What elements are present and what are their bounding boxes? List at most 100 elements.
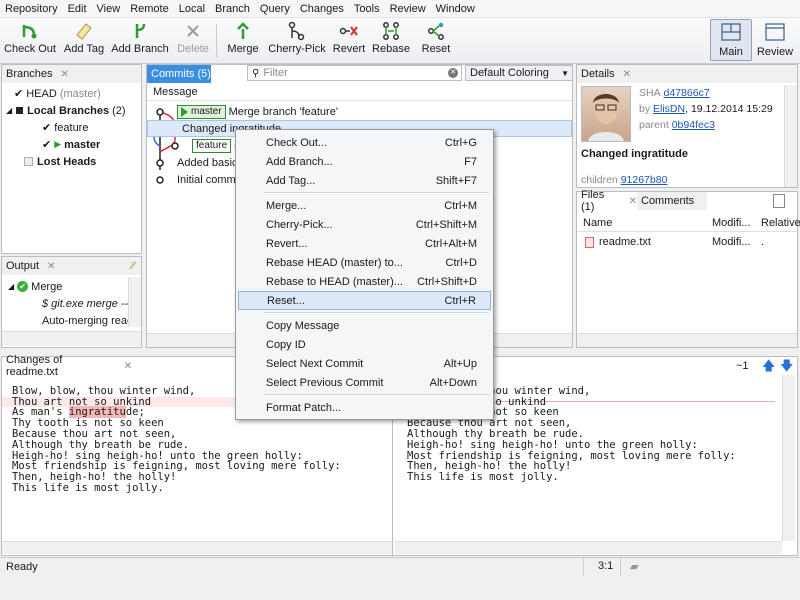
commit-row[interactable]: master Merge branch 'feature' <box>177 103 338 120</box>
menu-item-label: Copy Message <box>266 319 340 332</box>
author-link[interactable]: ElisDN <box>653 103 685 115</box>
tab-comments[interactable]: Comments <box>637 192 707 210</box>
column-header-name[interactable]: Name <box>583 217 612 229</box>
context-menu-item-format-patch[interactable]: Format Patch... <box>238 398 491 417</box>
menu-item-edit[interactable]: Edit <box>63 0 92 18</box>
tab-details[interactable]: Details ✕ <box>577 65 797 83</box>
tree-item-local-branches[interactable]: ◢ Local Branches (2) <box>6 102 126 119</box>
tab-changes[interactable]: Changes of readme.txt ✕ <box>2 354 132 378</box>
delete-label: Delete <box>177 43 209 55</box>
output-command: $ git.exe merge --n <box>42 297 135 310</box>
close-icon[interactable]: ✕ <box>60 69 68 80</box>
context-menu-item-merge[interactable]: Merge... Ctrl+M <box>238 196 491 215</box>
context-menu-item-cherry-pick[interactable]: Cherry-Pick... Ctrl+Shift+M <box>238 215 491 234</box>
add-tag-button[interactable]: Add Tag <box>62 20 106 62</box>
context-menu-item-add-tag[interactable]: Add Tag... Shift+F7 <box>238 171 491 190</box>
menu-item-branch[interactable]: Branch <box>210 0 255 18</box>
output-hscrollbar[interactable] <box>2 331 141 346</box>
output-item-merge[interactable]: ◢ ✔ Merge <box>8 278 62 295</box>
tree-item-lost-heads[interactable]: Lost Heads <box>24 153 96 170</box>
reset-button[interactable]: Reset <box>420 20 452 62</box>
feature-branch-label: feature <box>54 121 89 134</box>
revert-icon <box>339 20 359 42</box>
menu-item-label: Rebase HEAD (master) to... <box>266 256 403 269</box>
column-header-modified[interactable]: Modifi... <box>712 217 751 229</box>
tab-branches[interactable]: Branches ✕ <box>2 65 141 83</box>
add-branch-button[interactable]: Add Branch <box>111 20 169 62</box>
close-icon[interactable]: ✕ <box>47 261 55 272</box>
context-menu-item-copy-message[interactable]: Copy Message <box>238 316 491 335</box>
menu-item-repository[interactable]: Repository <box>0 0 63 18</box>
master-branch-label: master <box>64 138 101 151</box>
context-menu-item-reset[interactable]: Reset... Ctrl+R <box>238 291 491 310</box>
rebase-button[interactable]: Rebase <box>372 20 410 62</box>
merge-label: Merge <box>227 43 259 55</box>
diff-left-hscrollbar[interactable] <box>2 541 392 554</box>
context-menu-item-rebase-to-head-master[interactable]: Rebase to HEAD (master)... Ctrl+Shift+D <box>238 272 491 291</box>
context-menu-item-copy-id[interactable]: Copy ID <box>238 335 491 354</box>
menu-item-local[interactable]: Local <box>174 0 210 18</box>
commit-context-menu: Check Out... Ctrl+G Add Branch... F7 Add Tag… <box>235 129 494 420</box>
column-header-message[interactable]: Message <box>147 84 572 101</box>
coloring-select[interactable]: Default Coloring ▼ <box>465 65 573 81</box>
diff-right-scrollbar[interactable] <box>782 375 795 541</box>
current-branch-arrow-icon: ▶ <box>54 139 62 149</box>
context-menu-item-add-branch[interactable]: Add Branch... F7 <box>238 152 491 171</box>
new-document-icon[interactable] <box>773 194 785 208</box>
close-icon[interactable]: ✕ <box>124 361 132 372</box>
menu-item-shortcut: Shift+F7 <box>435 174 477 187</box>
menu-item-label: Merge... <box>266 199 307 212</box>
menu-item-review[interactable]: Review <box>385 0 431 18</box>
comment-icon[interactable]: ▰ <box>630 560 638 573</box>
close-icon[interactable]: ✕ <box>629 196 637 207</box>
tree-item-feature[interactable]: ✔ feature <box>42 119 88 136</box>
review-view-button[interactable]: Review <box>754 19 796 61</box>
context-menu-item-select-next-commit[interactable]: Select Next Commit Alt+Up <box>238 354 491 373</box>
tree-item-head[interactable]: ✔ HEAD (master) <box>14 85 101 102</box>
delete-button[interactable]: Delete <box>176 20 210 62</box>
tab-output[interactable]: Output ✕ ⁄⁄ <box>2 257 141 275</box>
files-hscrollbar[interactable] <box>577 333 797 347</box>
cursor-position: 3:1 <box>598 560 614 572</box>
branch-icon <box>130 20 150 42</box>
menu-item-changes[interactable]: Changes <box>295 0 349 18</box>
menu-item-remote[interactable]: Remote <box>125 0 174 18</box>
context-menu-item-revert[interactable]: Revert... Ctrl+Alt+M <box>238 234 491 253</box>
clear-output-icon[interactable]: ⁄⁄ <box>131 260 135 272</box>
revert-button[interactable]: Revert <box>332 20 366 62</box>
close-icon[interactable]: ✕ <box>623 69 631 80</box>
avatar <box>581 86 631 142</box>
menu-item-label: Cherry-Pick... <box>266 218 333 231</box>
cherry-pick-button[interactable]: Cherry-Pick <box>268 20 326 62</box>
parent-line: parent 0b94fec3 <box>639 119 715 131</box>
column-header-relative[interactable]: Relative <box>761 217 800 229</box>
menu-item-window[interactable]: Window <box>431 0 480 18</box>
main-view-button[interactable]: Main <box>710 19 752 61</box>
clear-filter-icon[interactable]: ✕ <box>448 68 458 78</box>
menu-item-tools[interactable]: Tools <box>349 0 385 18</box>
context-menu-item-check-out[interactable]: Check Out... Ctrl+G <box>238 133 491 152</box>
merge-button[interactable]: Merge <box>225 20 261 62</box>
output-scrollbar[interactable] <box>128 277 141 327</box>
parent-link[interactable]: 0b94fec3 <box>672 119 715 131</box>
children-link[interactable]: 91267b80 <box>621 174 668 186</box>
menu-item-query[interactable]: Query <box>255 0 295 18</box>
menu-item-view[interactable]: View <box>92 0 126 18</box>
context-menu-item-select-previous-commit[interactable]: Select Previous Commit Alt+Down <box>238 373 491 392</box>
context-menu-item-rebase-head-master-to[interactable]: Rebase HEAD (master) to... Ctrl+D <box>238 253 491 272</box>
file-name: readme.txt <box>599 236 651 248</box>
tab-files[interactable]: Files (1) ✕ <box>577 189 637 213</box>
menu-separator <box>264 192 489 193</box>
diff-right-hscrollbar[interactable] <box>395 541 782 554</box>
checkout-button[interactable]: Check Out <box>4 20 56 62</box>
tab-commits[interactable]: Commits (5) <box>147 65 211 83</box>
commit-row[interactable]: Initial comm <box>177 171 236 188</box>
details-scrollbar[interactable] <box>784 85 797 187</box>
feature-tag: feature <box>192 138 232 153</box>
filter-input[interactable]: ⚲ Filter ✕ <box>247 65 462 81</box>
sha-link[interactable]: d47866c7 <box>664 87 710 99</box>
commit-row[interactable]: Added basic <box>177 154 238 171</box>
tree-item-master[interactable]: ✔ ▶ master <box>42 136 100 153</box>
sha-label: SHA <box>639 87 661 99</box>
file-row[interactable]: readme.txt Modifi... . <box>577 234 797 251</box>
